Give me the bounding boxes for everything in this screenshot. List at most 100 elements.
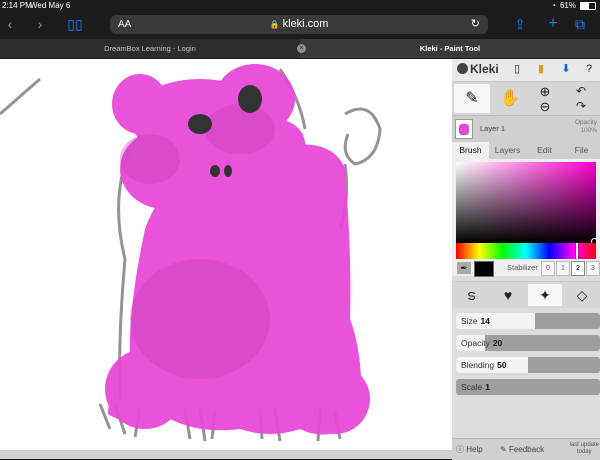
panel-tabs: Brush Layers Edit File [452, 142, 600, 159]
help-button[interactable]: ⓘ Help [456, 439, 483, 460]
size-label-text: Size [461, 316, 478, 326]
feedback-icon: ✎ [500, 445, 507, 454]
status-date: Wed May 6 [30, 1, 71, 10]
layer-opacity-label: Opacity [574, 119, 597, 126]
close-icon[interactable]: × [297, 44, 306, 53]
kleki-panel: Kleki ▯ ▮ ⬇ ? ✎ ✋ ⊕ ⊖ ↶ ↷ Layer 1 Opacit… [452, 59, 600, 460]
address-bar[interactable]: AA 🔒 kleki.com ↻ [110, 15, 488, 34]
saturation-value-box[interactable] [456, 162, 596, 243]
tab-title: DreamBox Learning - Login [104, 44, 196, 53]
layer-opacity-value: 100% [580, 127, 597, 134]
book-icon[interactable]: ▯▯ [64, 12, 86, 36]
feedback-label: Feedback [508, 445, 545, 454]
status-bar: 2:14 PM Wed May 6 ◔ 61% [0, 0, 600, 12]
stabilizer-2[interactable]: 2 [571, 261, 585, 276]
tab-layers[interactable]: Layers [489, 142, 526, 159]
help-label: Help [466, 445, 483, 454]
picker-row: ✒ Stabilizer 0 1 2 3 [452, 260, 600, 277]
stabilizer-0[interactable]: 0 [541, 261, 555, 276]
primary-color-swatch[interactable] [474, 261, 494, 277]
panel-header: Kleki ▯ ▮ ⬇ ? [452, 59, 600, 82]
sketchy-brush-icon[interactable]: ✦ [528, 284, 562, 306]
opacity-value: 20 [492, 338, 503, 348]
zoom-controls: ⊕ ⊖ [530, 84, 560, 114]
tab-edit[interactable]: Edit [526, 142, 563, 159]
zoom-out-icon[interactable]: ⊖ [540, 99, 551, 114]
tabs-icon[interactable]: ⧉ [570, 12, 590, 36]
opacity-label-text: Opacity [461, 338, 490, 348]
app-name: Kleki [470, 62, 499, 76]
tab-brush[interactable]: Brush [452, 142, 489, 159]
blend-brush-icon[interactable]: ♥ [491, 284, 525, 306]
scale-value: 1 [485, 382, 490, 392]
blending-label: Blending 50 [461, 357, 507, 373]
size-slider[interactable]: Size 14 [456, 313, 600, 329]
status-time: 2:14 PM [2, 1, 32, 10]
tab-file[interactable]: File [563, 142, 600, 159]
scale-label: Scale 1 [461, 379, 490, 395]
blending-value: 50 [497, 360, 507, 370]
help-circle-icon: ⓘ [456, 445, 464, 454]
hue-slider[interactable] [456, 243, 596, 259]
layer-row[interactable]: Layer 1 Opacity 100% [452, 115, 600, 143]
battery-percent: 61% [559, 1, 576, 10]
tool-row: ✎ ✋ ⊕ ⊖ ↶ ↷ [452, 82, 600, 115]
blending-label-text: Blending [461, 360, 495, 370]
history-controls: ↶ ↷ [564, 84, 598, 113]
url-text: kleki.com [282, 18, 329, 30]
redo-icon[interactable]: ↷ [576, 99, 586, 113]
hue-cursor[interactable] [576, 243, 578, 259]
reload-icon[interactable]: ↻ [471, 15, 480, 34]
url-display[interactable]: 🔒 kleki.com [110, 15, 488, 34]
scale-slider[interactable]: Scale 1 [456, 379, 600, 395]
lock-icon: 🔒 [269, 20, 280, 29]
canvas-bottom-strip [0, 450, 452, 459]
import-icon[interactable]: ▮ [534, 62, 548, 76]
download-icon[interactable]: ⬇ [559, 62, 573, 76]
undo-icon[interactable]: ↶ [576, 84, 586, 98]
blending-slider[interactable]: Blending 50 [456, 357, 600, 373]
tab-dreambox[interactable]: DreamBox Learning - Login × [0, 39, 306, 58]
size-value: 14 [480, 316, 491, 326]
battery-icon [580, 2, 596, 10]
wifi-icon: ◔ [551, 1, 556, 10]
tab-bar: DreamBox Learning - Login × Kleki - Pain… [0, 39, 600, 58]
pen-brush-icon[interactable]: ട [454, 284, 488, 306]
zoom-in-icon[interactable]: ⊕ [540, 84, 551, 99]
plus-icon[interactable]: + [543, 12, 563, 36]
drawing-canvas[interactable] [0, 59, 452, 450]
panel-footer: ⓘ Help ✎ Feedback last update today [452, 438, 600, 460]
eyedropper-icon[interactable]: ✒ [457, 262, 471, 274]
brush-type-row: ട ♥ ✦ ◇ [452, 281, 600, 308]
brush-icon[interactable]: ✎ [454, 84, 490, 113]
canvas-drawing [0, 64, 382, 442]
layer-opacity: Opacity 100% [575, 119, 597, 135]
back-icon[interactable]: ‹ [0, 12, 20, 36]
scale-label-text: Scale [461, 382, 483, 392]
opacity-label: Opacity 20 [461, 335, 502, 351]
opacity-slider[interactable]: Opacity 20 [456, 335, 600, 351]
last-update-label: last update [569, 442, 599, 448]
stabilizer-label: Stabilizer [507, 263, 538, 272]
kleki-logo[interactable]: Kleki [457, 62, 499, 76]
eraser-icon[interactable]: ◇ [565, 284, 599, 306]
layer-thumbnail [455, 119, 473, 139]
new-image-icon[interactable]: ▯ [510, 62, 524, 76]
layer-name: Layer 1 [480, 124, 506, 133]
color-picker: ✒ Stabilizer 0 1 2 3 [452, 159, 600, 277]
last-update[interactable]: last update today [570, 442, 599, 456]
help-icon[interactable]: ? [582, 62, 596, 76]
last-update-value: today [576, 449, 592, 455]
status-right: ◔ 61% [551, 0, 596, 12]
forward-icon[interactable]: › [30, 12, 50, 36]
tab-kleki[interactable]: Kleki - Paint Tool [300, 39, 600, 58]
stabilizer-3[interactable]: 3 [586, 261, 600, 276]
share-icon[interactable]: ⇪ [510, 12, 530, 36]
size-label: Size 14 [461, 313, 490, 329]
tab-title: Kleki - Paint Tool [419, 44, 481, 53]
kleki-logo-icon [457, 63, 468, 74]
feedback-button[interactable]: ✎ Feedback [500, 439, 544, 460]
hand-icon[interactable]: ✋ [492, 84, 528, 113]
browser-toolbar: ‹ › ▯▯ AA 🔒 kleki.com ↻ ⇪ + ⧉ [0, 12, 600, 36]
stabilizer-1[interactable]: 1 [556, 261, 570, 276]
